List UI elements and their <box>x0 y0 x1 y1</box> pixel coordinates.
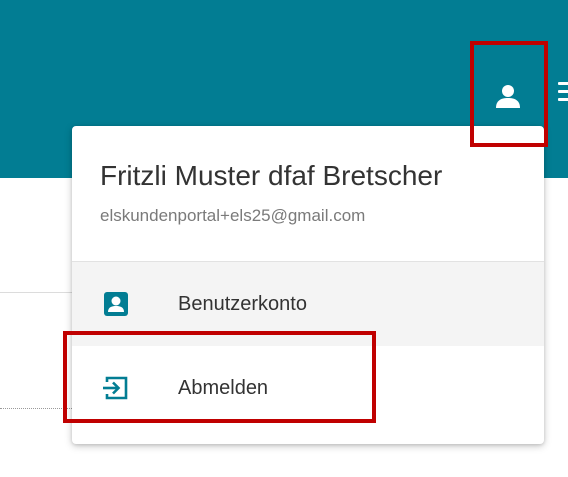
user-email: elskundenportal+els25@gmail.com <box>100 206 366 225</box>
menu-item-account-label: Benutzerkonto <box>178 292 307 315</box>
user-name: Fritzli Muster dfaf Bretscher <box>100 160 443 191</box>
account-card-icon <box>102 290 130 318</box>
highlight-user-button <box>470 41 548 147</box>
hamburger-menu-button[interactable] <box>558 82 568 108</box>
page-divider <box>0 292 80 293</box>
hamburger-menu-icon <box>558 82 568 85</box>
highlight-logout <box>63 331 376 423</box>
